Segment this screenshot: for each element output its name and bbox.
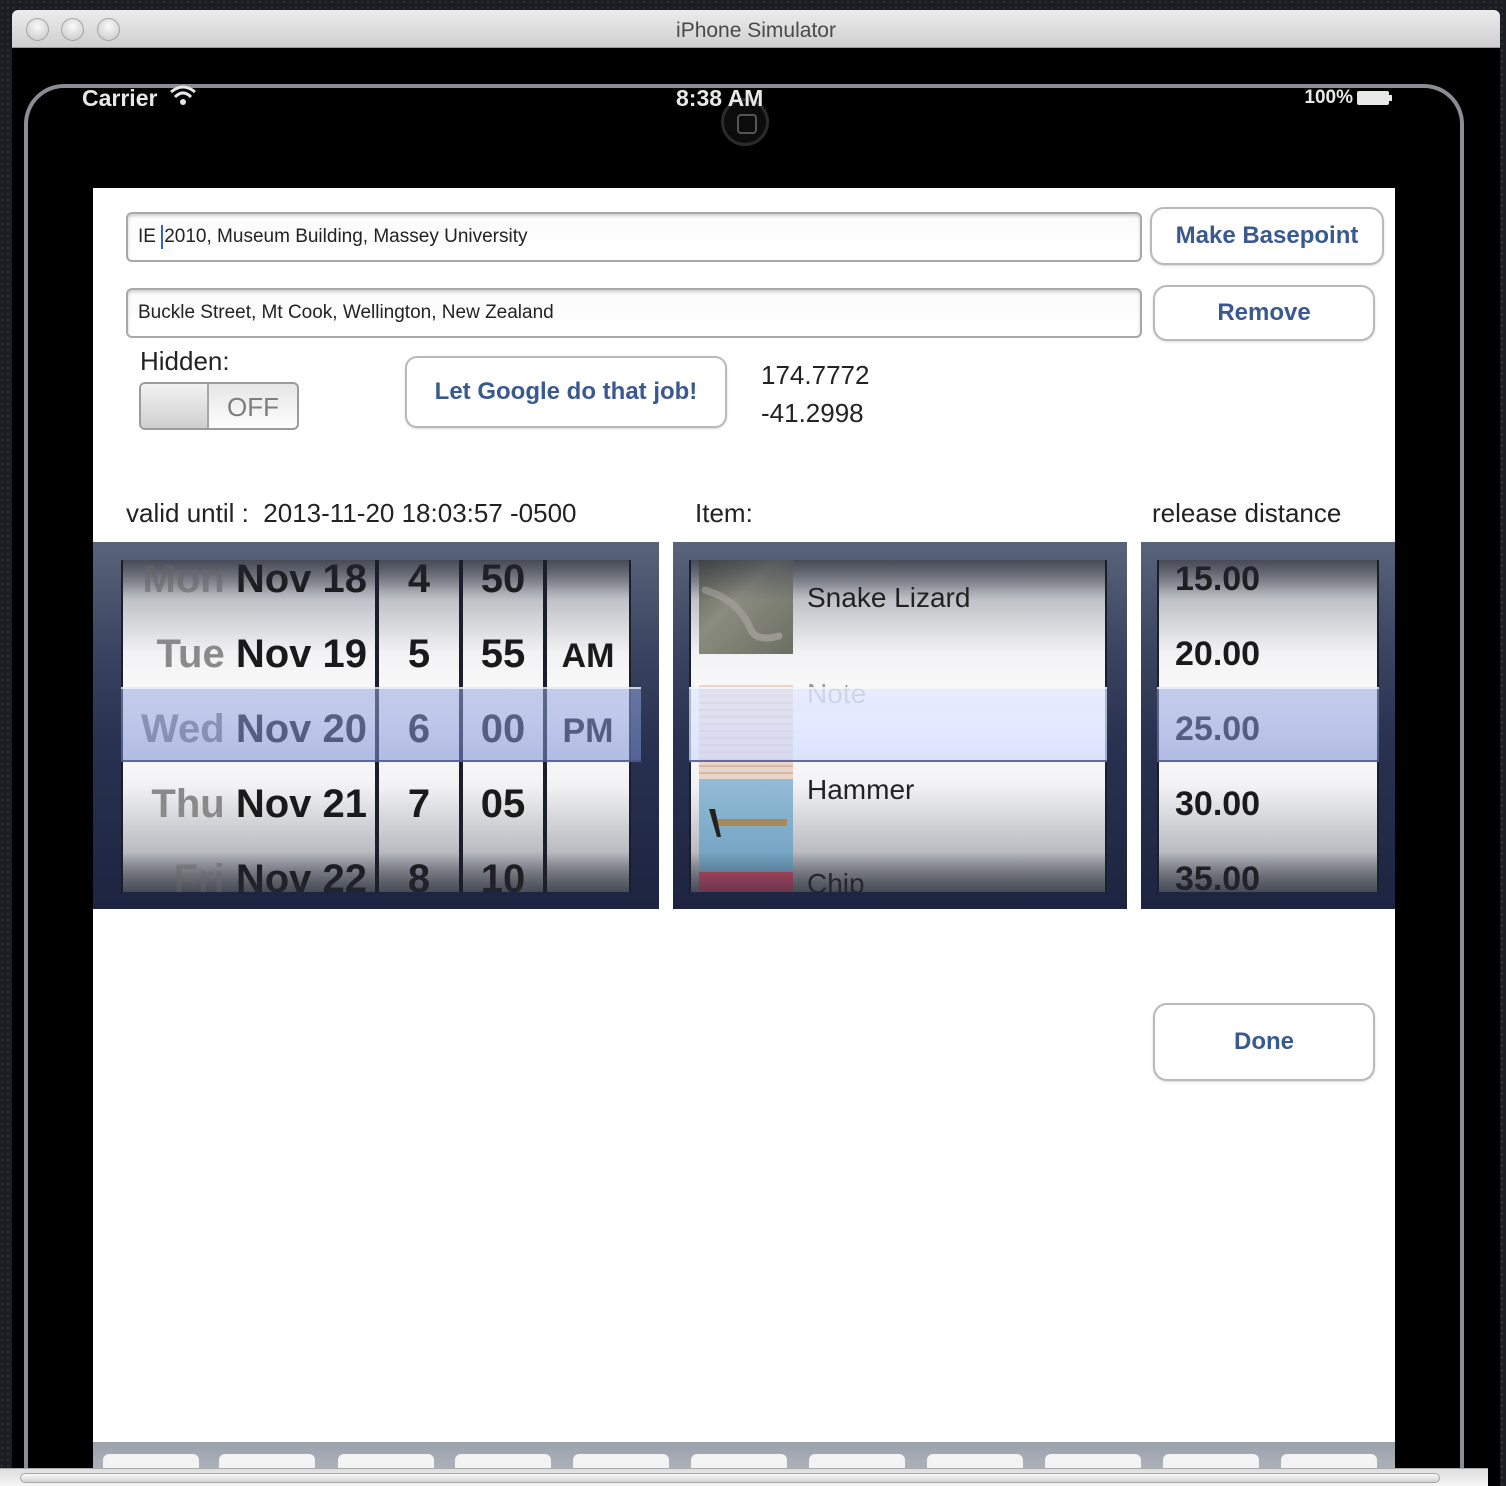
date-row: Fri Nov 22 xyxy=(173,857,367,892)
address-field-2-text: Buckle Street, Mt Cook, Wellington, New … xyxy=(138,302,554,323)
carrier-label: Carrier xyxy=(82,85,158,111)
distance-row: 35.00 xyxy=(1175,860,1261,892)
hammer-thumbnail xyxy=(699,779,793,873)
item-row-label: Snake Lizard xyxy=(807,582,971,613)
simulator-window: iPhone Simulator Carrier 8:38 AM 100% IE… xyxy=(12,10,1500,1486)
wheel-shade xyxy=(547,560,629,600)
address-field-2[interactable]: Buckle Street, Mt Cook, Wellington, New … xyxy=(126,288,1142,338)
ampm-row: AM xyxy=(561,637,615,675)
wifi-icon xyxy=(168,83,198,115)
note-thumbnail xyxy=(699,685,793,779)
date-wheel[interactable]: Mon Nov 18 Tue Nov 19 Wed Nov 20 Thu Nov… xyxy=(121,560,377,892)
ampm-row: PM xyxy=(562,712,614,750)
longitude-value: 174.7772 xyxy=(761,360,870,390)
horizontal-scrollbar[interactable] xyxy=(0,1468,1488,1486)
window-title: iPhone Simulator xyxy=(676,19,836,42)
minute-row: 10 xyxy=(480,857,526,892)
distance-row: 15.00 xyxy=(1175,560,1261,598)
snake-lizard-thumbnail xyxy=(699,560,793,654)
scrollbar-thumb[interactable] xyxy=(20,1473,1440,1483)
date-row: Tue Nov 19 xyxy=(156,632,367,676)
minute-wheel[interactable]: 50 55 00 05 10 xyxy=(461,560,545,892)
distance-row: 25.00 xyxy=(1175,710,1261,748)
hour-row: 7 xyxy=(407,782,431,826)
distance-row: 20.00 xyxy=(1175,635,1261,673)
text-cursor xyxy=(161,224,164,249)
distance-row: 30.00 xyxy=(1175,785,1261,823)
item-picker[interactable]: Snake Lizard Note Hammer Chip xyxy=(673,542,1127,909)
date-row: Wed Nov 20 xyxy=(140,707,367,751)
address-field-1-text: 2010, Museum Building, Massey University xyxy=(164,226,528,247)
distance-picker[interactable]: 15.00 20.00 25.00 30.00 35.00 xyxy=(1141,542,1395,909)
item-row-label: Note xyxy=(807,678,867,709)
hidden-label: Hidden: xyxy=(140,346,230,376)
remove-button[interactable]: Remove xyxy=(1153,285,1375,341)
hour-row: 8 xyxy=(407,857,431,892)
minute-row: 55 xyxy=(480,632,526,676)
status-time: 8:38 AM xyxy=(676,85,764,111)
date-row: Mon Nov 18 xyxy=(142,560,367,601)
minute-row: 05 xyxy=(480,782,526,826)
switch-knob xyxy=(141,384,209,428)
wheel-shade xyxy=(547,852,629,892)
item-row-label: Chip xyxy=(807,868,865,892)
ampm-wheel[interactable]: AM PM xyxy=(545,560,631,892)
valid-until-label: valid until : 2013-11-20 18:03:57 -0500 xyxy=(126,498,577,529)
latitude-value: -41.2998 xyxy=(761,398,864,428)
hidden-switch[interactable]: OFF xyxy=(139,382,299,430)
item-wheel[interactable]: Snake Lizard Note Hammer Chip xyxy=(689,560,1107,892)
battery-icon xyxy=(1357,91,1392,105)
battery-percent: 100% xyxy=(1304,87,1353,108)
address-field-1-prefix: IE xyxy=(138,226,162,247)
address-field-1[interactable]: IE 2010, Museum Building, Massey Univers… xyxy=(126,212,1142,262)
valid-until-value: 2013-11-20 18:03:57 -0500 xyxy=(263,498,577,528)
switch-state: OFF xyxy=(227,392,279,422)
make-basepoint-button[interactable]: Make Basepoint xyxy=(1150,207,1384,265)
minute-row: 50 xyxy=(480,560,526,601)
hour-row: 5 xyxy=(407,632,431,676)
date-row: Thu Nov 21 xyxy=(151,782,367,826)
chip-thumbnail xyxy=(699,872,793,892)
valid-until-title: valid until : xyxy=(126,498,249,528)
app-screen: IE 2010, Museum Building, Massey Univers… xyxy=(93,188,1395,1486)
google-geocode-button[interactable]: Let Google do that job! xyxy=(405,356,727,428)
done-button[interactable]: Done xyxy=(1153,1003,1375,1081)
hour-row: 4 xyxy=(407,560,431,601)
release-distance-label: release distance xyxy=(1152,498,1342,528)
status-bar: Carrier 8:38 AM 100% xyxy=(76,85,1393,115)
hour-wheel[interactable]: 4 5 6 7 8 xyxy=(377,560,461,892)
item-label: Item: xyxy=(695,498,753,528)
date-picker[interactable]: Mon Nov 18 Tue Nov 19 Wed Nov 20 Thu Nov… xyxy=(93,542,659,909)
distance-wheel[interactable]: 15.00 20.00 25.00 30.00 35.00 xyxy=(1157,560,1379,892)
minute-row: 00 xyxy=(480,707,526,751)
window-titlebar: iPhone Simulator xyxy=(12,10,1500,48)
item-row-label: Hammer xyxy=(807,774,915,805)
hour-row: 6 xyxy=(407,707,431,751)
